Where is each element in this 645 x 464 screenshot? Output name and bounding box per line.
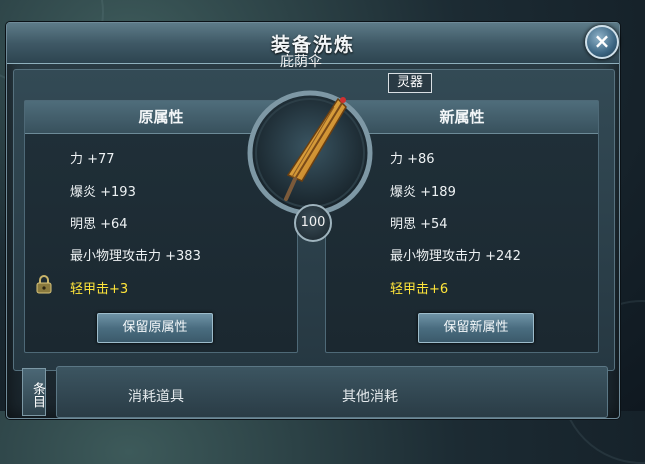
close-icon: × [593,29,611,53]
close-button[interactable]: × [585,25,619,59]
new-stat-flame: 爆炎 +189 [390,185,456,200]
item-quality-badge: 灵器 [388,73,432,93]
new-stat-light-armor-strike: 轻甲击+6 [390,282,449,297]
item-level-badge: 100 [294,204,332,242]
original-stat-flame: 爆炎 +193 [70,185,136,200]
consumables-label: 消耗道具 [128,389,184,405]
tab-entries[interactable]: 条目 [22,368,46,416]
keep-original-button[interactable]: 保留原属性 [97,313,213,343]
original-stat-light-armor-strike: 轻甲击+3 [70,282,129,297]
original-stat-insight: 明思 +64 [70,217,128,232]
other-costs-label: 其他消耗 [342,389,398,405]
item-name: 庇荫伞 [280,54,322,70]
new-stat-min-physical-attack: 最小物理攻击力 +242 [390,249,521,264]
umbrella-icon[interactable] [262,95,358,205]
lock-icon[interactable] [35,274,53,294]
new-stat-insight: 明思 +54 [390,217,448,232]
original-stat-min-physical-attack: 最小物理攻击力 +383 [70,249,201,264]
keep-new-button[interactable]: 保留新属性 [418,313,534,343]
original-stat-strength: 力 +77 [70,152,115,167]
new-stat-strength: 力 +86 [390,152,435,167]
